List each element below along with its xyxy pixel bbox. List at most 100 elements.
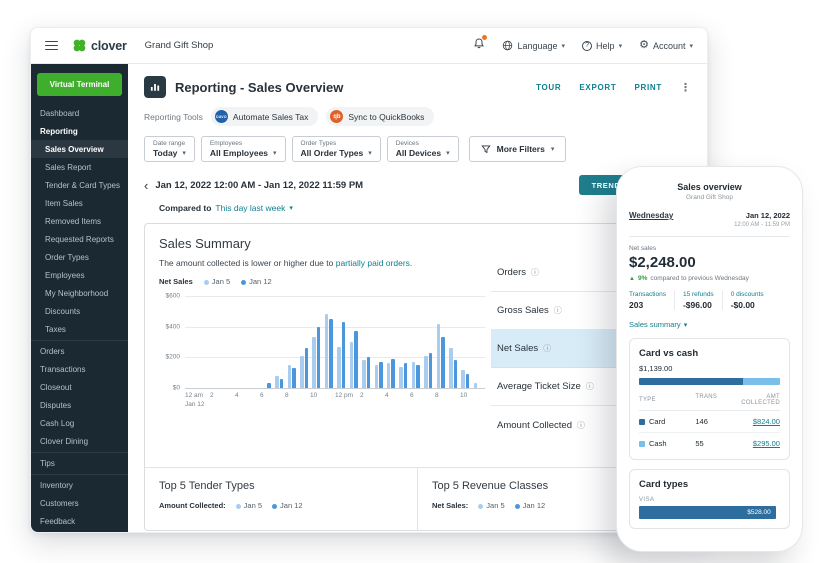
metric-label: Amount Collected xyxy=(497,420,572,431)
more-filters-label: More Filters xyxy=(497,144,545,154)
sidebar-item-orders[interactable]: Orders xyxy=(31,340,128,360)
sidebar-item-cash-log[interactable]: Cash Log xyxy=(31,414,128,432)
notifications-button[interactable] xyxy=(473,37,485,55)
screenshot-stage: clover Grand Gift Shop xyxy=(0,0,830,563)
sidebar-item-feedback[interactable]: Feedback xyxy=(31,512,128,530)
language-menu[interactable]: Language ▾ xyxy=(502,40,565,51)
sidebar-item-sales-report[interactable]: Sales Report xyxy=(31,158,128,176)
phone-net-sales-value: $2,248.00 xyxy=(629,254,790,271)
amount-cell: $295.00 xyxy=(726,439,780,448)
sidebar-item-taxes[interactable]: Taxes xyxy=(31,320,128,338)
tender-types-legend: Amount Collected: Jan 5 Jan 12 xyxy=(159,501,403,510)
compared-to-link[interactable]: This day last week xyxy=(215,203,285,213)
delta-up-icon: ▲ xyxy=(629,276,635,282)
order-types-filter[interactable]: Order Types All Order Types ▾ xyxy=(292,136,381,162)
chart-yaxis: $600$400$200$0 xyxy=(159,296,183,388)
tour-button[interactable]: TOUR xyxy=(536,83,561,92)
funnel-icon xyxy=(481,144,491,154)
sidebar-item-requested-reports[interactable]: Requested Reports xyxy=(31,230,128,248)
more-filters-button[interactable]: More Filters ▾ xyxy=(469,136,567,162)
sidebar-item-transactions[interactable]: Transactions xyxy=(31,360,128,378)
amount-collected-label: Amount Collected: xyxy=(159,501,226,510)
sidebar-item-order-types[interactable]: Order Types xyxy=(31,248,128,266)
date-range-filter[interactable]: Date range Today ▾ xyxy=(144,136,195,162)
globe-icon xyxy=(502,40,513,51)
sidebar-item-customers[interactable]: Customers xyxy=(31,494,128,512)
sidebar-item-rewards[interactable]: Rewards xyxy=(31,530,128,533)
chevron-down-icon: ▾ xyxy=(368,149,372,157)
sidebar-item-dashboard[interactable]: Dashboard xyxy=(31,104,128,122)
trans-cell: 55 xyxy=(695,439,726,448)
filter-label: Employees xyxy=(210,140,277,147)
delta-percent: 9% xyxy=(638,275,647,282)
visa-amount: $528.00 xyxy=(747,509,771,516)
automate-sales-tax-chip[interactable]: DAVO Automate Sales Tax xyxy=(211,107,318,126)
help-icon: ? xyxy=(582,41,592,51)
jan12-dot-icon xyxy=(272,504,277,509)
net-sales-label: Net Sales: xyxy=(432,501,468,510)
sidebar: Virtual Terminal Dashboard Reporting Sal… xyxy=(31,64,128,532)
previous-period-button[interactable]: ‹ xyxy=(144,179,148,192)
help-menu[interactable]: ? Help ▾ xyxy=(582,41,622,51)
sidebar-item-clover-dining[interactable]: Clover Dining xyxy=(31,432,128,450)
sync-quickbooks-chip[interactable]: qb Sync to QuickBooks xyxy=(326,107,434,126)
info-icon[interactable]: ⓘ xyxy=(554,305,562,316)
info-icon[interactable]: ⓘ xyxy=(543,343,551,354)
sales-summary-title: Sales Summary xyxy=(159,236,676,251)
transactions-value: 203 xyxy=(629,300,666,310)
legend-jan5: Jan 5 xyxy=(236,501,262,510)
hamburger-menu-icon[interactable] xyxy=(45,41,58,51)
filter-value: All Order Types xyxy=(301,148,364,158)
sidebar-item-closeout[interactable]: Closeout xyxy=(31,378,128,396)
account-menu[interactable]: ⚙ Account ▾ xyxy=(639,40,693,51)
info-icon[interactable]: ⓘ xyxy=(531,267,539,278)
card-vs-cash-title: Card vs cash xyxy=(639,348,780,359)
card-types-title: Card types xyxy=(639,479,780,490)
sidebar-item-reporting[interactable]: Reporting xyxy=(31,122,128,140)
cash-amount-link[interactable]: $295.00 xyxy=(753,439,780,448)
clover-leaf-icon xyxy=(72,38,87,53)
phone-day-link[interactable]: Wednesday xyxy=(629,211,673,220)
sidebar-item-tender-card-types[interactable]: Tender & Card Types xyxy=(31,176,128,194)
transactions-link[interactable]: Transactions xyxy=(629,291,666,298)
col-amt-header: AMT COLLECTED xyxy=(726,394,780,406)
sales-summary-link-label: Sales summary xyxy=(629,320,681,329)
phone-sales-summary-link[interactable]: Sales summary ▾ xyxy=(629,320,790,329)
refunds-value: -$96.00 xyxy=(683,300,714,310)
partially-paid-orders-link[interactable]: partially paid orders xyxy=(336,258,410,268)
card-amount-link[interactable]: $824.00 xyxy=(753,417,780,426)
refunds-link[interactable]: 15 refunds xyxy=(683,291,714,298)
sidebar-item-discounts[interactable]: Discounts xyxy=(31,302,128,320)
discounts-link[interactable]: 0 discounts xyxy=(731,291,764,298)
kebab-menu-icon[interactable]: ⋮ xyxy=(680,81,691,94)
header-actions: TOUR EXPORT PRINT ⋮ xyxy=(536,81,691,94)
sidebar-item-disputes[interactable]: Disputes xyxy=(31,396,128,414)
table-header: TYPE TRANS AMT COLLECTED xyxy=(639,394,780,411)
phone-date-block: Jan 12, 2022 12:00 AM - 11:59 PM xyxy=(734,211,790,228)
sidebar-item-inventory[interactable]: Inventory xyxy=(31,474,128,494)
sidebar-item-removed-items[interactable]: Removed Items xyxy=(31,212,128,230)
topbar-actions: Language ▾ ? Help ▾ ⚙ Account ▾ xyxy=(473,37,693,55)
sidebar-item-my-neighborhood[interactable]: My Neighborhood xyxy=(31,284,128,302)
discounts-value: -$0.00 xyxy=(731,300,764,310)
phone-delta-row: ▲ 9% compared to previous Wednesday xyxy=(629,275,790,282)
export-button[interactable]: EXPORT xyxy=(579,83,616,92)
card-bar-segment xyxy=(639,378,743,385)
print-button[interactable]: PRINT xyxy=(635,83,663,92)
divider xyxy=(629,236,790,237)
devices-filter[interactable]: Devices All Devices ▾ xyxy=(387,136,459,162)
card-types-card: Card types VISA $528.00 xyxy=(629,469,790,529)
clover-logo: clover xyxy=(72,38,127,53)
virtual-terminal-button[interactable]: Virtual Terminal xyxy=(37,73,122,96)
jan5-dot-icon xyxy=(478,504,483,509)
sidebar-item-item-sales[interactable]: Item Sales xyxy=(31,194,128,212)
chevron-down-icon: ▾ xyxy=(289,204,293,212)
info-icon[interactable]: ⓘ xyxy=(586,381,594,392)
employees-filter[interactable]: Employees All Employees ▾ xyxy=(201,136,286,162)
sidebar-item-employees[interactable]: Employees xyxy=(31,266,128,284)
info-icon[interactable]: ⓘ xyxy=(577,420,585,431)
card-vs-cash-total: $1,139.00 xyxy=(639,364,780,373)
sidebar-item-tips[interactable]: Tips xyxy=(31,452,128,472)
gear-icon: ⚙ xyxy=(639,40,649,51)
sidebar-item-sales-overview[interactable]: Sales Overview xyxy=(31,140,128,158)
